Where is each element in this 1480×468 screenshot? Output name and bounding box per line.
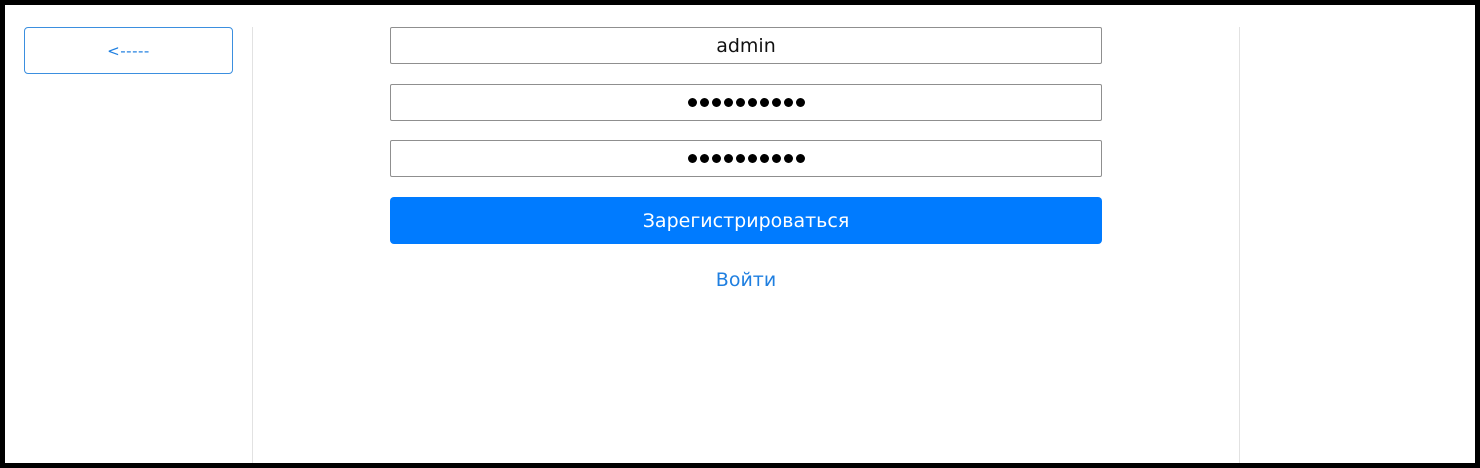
password-dot — [723, 154, 733, 163]
password-dot — [735, 154, 745, 163]
password-dot — [687, 154, 697, 163]
password-dot — [735, 98, 745, 107]
password-dot — [795, 154, 805, 163]
password-dot — [771, 98, 781, 107]
password-dot — [771, 154, 781, 163]
password-confirm-mask — [687, 154, 805, 163]
password-dot — [759, 154, 769, 163]
password-mask — [687, 98, 805, 107]
password-dot — [699, 154, 709, 163]
login-link[interactable]: Войти — [390, 267, 1102, 293]
password-confirm-field[interactable] — [390, 140, 1102, 177]
password-dot — [795, 98, 805, 107]
password-dot — [747, 154, 757, 163]
username-value: admin — [716, 34, 776, 57]
password-dot — [711, 98, 721, 107]
password-dot — [747, 98, 757, 107]
register-button[interactable]: Зарегистрироваться — [390, 197, 1102, 244]
username-field[interactable]: admin — [390, 27, 1102, 64]
left-column-divider — [252, 27, 253, 463]
password-dot — [711, 154, 721, 163]
password-dot — [723, 98, 733, 107]
password-dot — [759, 98, 769, 107]
right-column-divider — [1239, 27, 1240, 463]
password-dot — [687, 98, 697, 107]
password-dot — [783, 98, 793, 107]
back-button[interactable]: <----- — [24, 27, 233, 74]
page-frame: <----- admin Зарегистрироваться Войти — [0, 0, 1480, 468]
password-dot — [783, 154, 793, 163]
password-dot — [699, 98, 709, 107]
password-field[interactable] — [390, 84, 1102, 121]
